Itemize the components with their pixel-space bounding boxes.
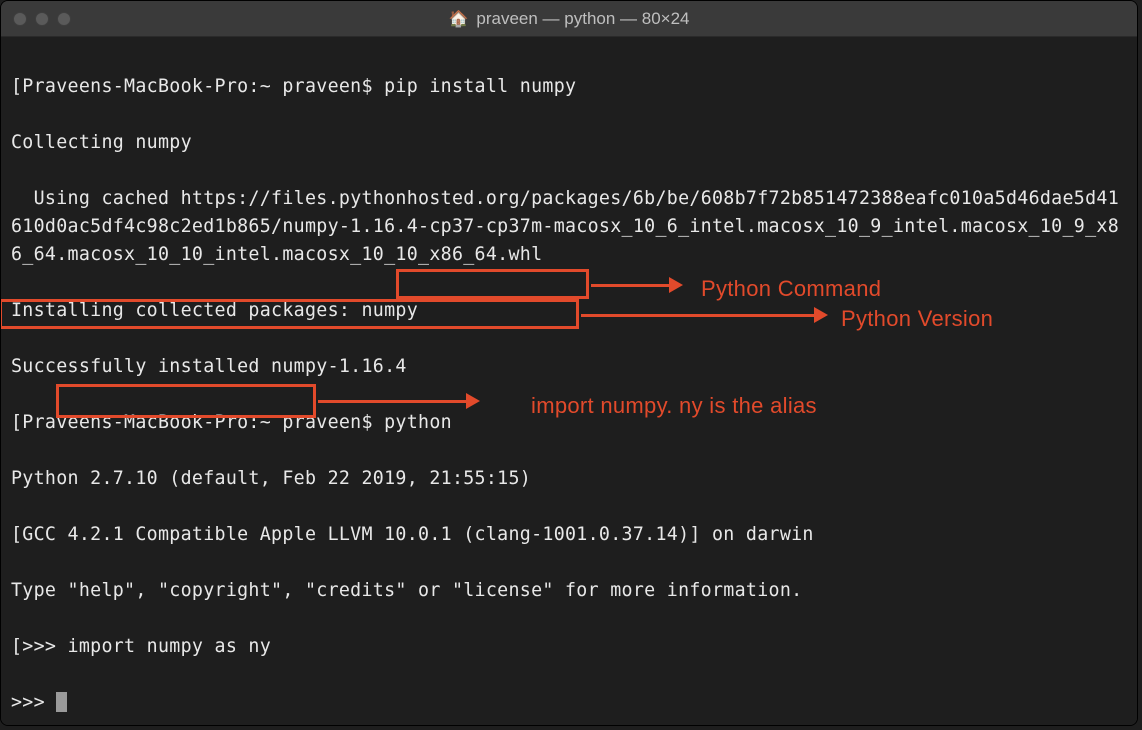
titlebar[interactable]: 🏠 praveen — python — 80×24 xyxy=(1,1,1137,37)
python-prompt: >>> xyxy=(11,692,56,713)
terminal-line: Python 2.7.10 (default, Feb 22 2019, 21:… xyxy=(11,465,1127,493)
terminal-line: [>>> import numpy as ny xyxy=(11,633,1127,661)
annotation-arrow xyxy=(591,284,671,287)
maximize-icon[interactable] xyxy=(57,12,71,26)
home-icon: 🏠 xyxy=(448,9,468,29)
arrow-head-icon xyxy=(669,277,683,293)
terminal-line: [Praveens-MacBook-Pro:~ praveen$ pip ins… xyxy=(11,73,1127,101)
terminal-line: [Praveens-MacBook-Pro:~ praveen$ python xyxy=(11,409,1127,437)
terminal-window: 🏠 praveen — python — 80×24 [Praveens-Mac… xyxy=(0,0,1138,726)
shell-command: python xyxy=(384,412,452,433)
arrow-head-icon xyxy=(466,393,480,409)
cursor-icon xyxy=(56,692,67,712)
python-prompt: [>>> xyxy=(11,636,68,657)
window-title: 🏠 praveen — python — 80×24 xyxy=(448,9,689,29)
terminal-line: Collecting numpy xyxy=(11,129,1127,157)
terminal-line: Using cached https://files.pythonhosted.… xyxy=(11,185,1127,269)
python-command: import numpy as ny xyxy=(68,636,272,657)
terminal-line: Successfully installed numpy-1.16.4 xyxy=(11,353,1127,381)
terminal-line: Installing collected packages: numpy xyxy=(11,297,1127,325)
shell-prompt: [Praveens-MacBook-Pro:~ praveen$ xyxy=(11,76,384,97)
shell-command: pip install numpy xyxy=(384,76,576,97)
terminal-line: Type "help", "copyright", "credits" or "… xyxy=(11,577,1127,605)
annotation-box xyxy=(396,269,589,299)
terminal-line: >>> xyxy=(11,689,1127,717)
shell-prompt: [Praveens-MacBook-Pro:~ praveen$ xyxy=(11,412,384,433)
traffic-lights xyxy=(13,12,71,26)
annotation-arrow xyxy=(318,400,468,403)
terminal-body[interactable]: [Praveens-MacBook-Pro:~ praveen$ pip ins… xyxy=(1,37,1137,725)
close-icon[interactable] xyxy=(13,12,27,26)
minimize-icon[interactable] xyxy=(35,12,49,26)
terminal-line: [GCC 4.2.1 Compatible Apple LLVM 10.0.1 … xyxy=(11,521,1127,549)
window-title-text: praveen — python — 80×24 xyxy=(476,9,689,29)
